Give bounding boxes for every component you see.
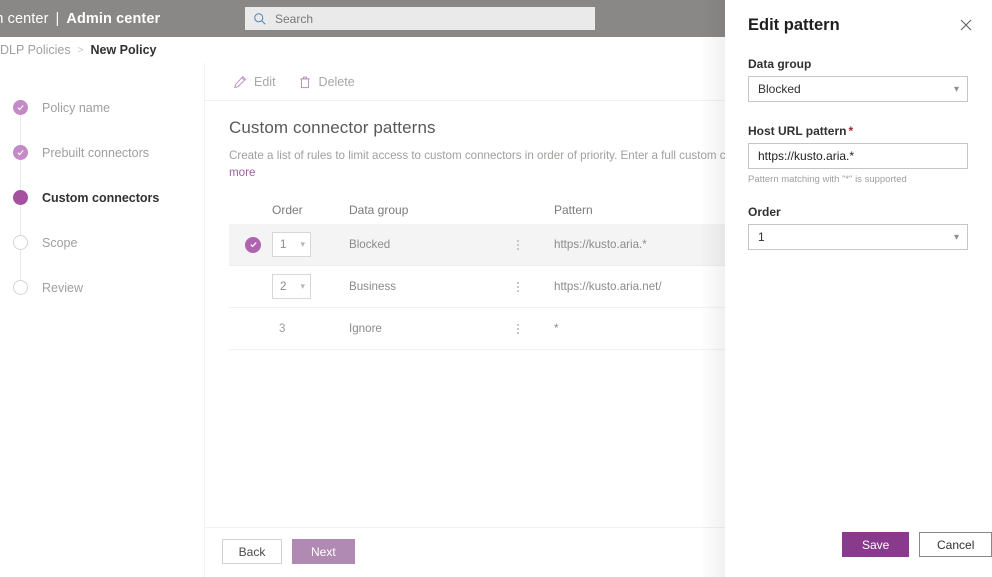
row-order-cell[interactable]: 1 ▾ xyxy=(272,232,349,257)
chevron-down-icon: ▾ xyxy=(953,83,959,95)
search-box[interactable] xyxy=(245,7,595,30)
next-button[interactable]: Next xyxy=(292,539,355,564)
data-group-label: Data group xyxy=(748,57,812,71)
sidebar-item-label: Prebuilt connectors xyxy=(42,145,150,160)
breadcrumb-separator-icon: > xyxy=(77,44,84,56)
column-header-order: Order xyxy=(272,203,303,217)
step-status-pending-icon xyxy=(13,235,28,250)
order-label: Order xyxy=(748,205,781,219)
panel-header: Edit pattern xyxy=(725,0,992,50)
row-data-group-cell: Blocked xyxy=(349,238,391,251)
row-data-group-cell: Business xyxy=(349,280,397,293)
page-description: Create a list of rules to limit access t… xyxy=(229,147,789,181)
wizard-footer: Back Next xyxy=(222,539,355,564)
learn-more-link[interactable]: more xyxy=(229,166,255,179)
order-value: 1 xyxy=(758,230,765,244)
sidebar-item-prebuilt-connectors[interactable]: Prebuilt connectors xyxy=(13,130,159,190)
host-url-field: Host URL pattern* Pattern matching with … xyxy=(748,124,968,185)
row-more-options-button[interactable] xyxy=(512,281,554,292)
breadcrumb-item-dlp-policies[interactable]: DLP Policies xyxy=(0,43,71,57)
data-group-dropdown[interactable]: Blocked ▾ xyxy=(748,76,968,102)
host-url-hint: Pattern matching with "*" is supported xyxy=(748,174,907,185)
required-marker: * xyxy=(848,124,854,138)
kebab-menu-icon xyxy=(512,281,524,292)
row-select-cell[interactable] xyxy=(229,236,272,253)
delete-button-label: Delete xyxy=(318,74,355,89)
sidebar-item-scope[interactable]: Scope xyxy=(13,220,159,280)
breadcrumb-item-new-policy: New Policy xyxy=(90,43,157,57)
host-url-input[interactable] xyxy=(748,143,968,169)
step-connector-line xyxy=(20,205,21,235)
row-order-cell: 3 xyxy=(272,322,349,335)
trash-icon xyxy=(299,76,310,88)
data-group-field: Data group Blocked ▾ xyxy=(748,57,968,102)
back-button[interactable]: Back xyxy=(222,539,282,564)
step-connector-line xyxy=(20,115,21,145)
cancel-button[interactable]: Cancel xyxy=(919,532,992,557)
page-description-text: Create a list of rules to limit access t… xyxy=(229,149,783,162)
search-input[interactable] xyxy=(275,11,575,26)
panel-footer: Save Cancel xyxy=(725,532,992,557)
step-status-pending-icon xyxy=(13,280,28,295)
order-dropdown-value: 1 xyxy=(280,238,287,251)
brand-separator: | xyxy=(55,10,60,27)
close-icon[interactable] xyxy=(958,17,974,33)
step-connector-line xyxy=(20,250,21,280)
host-url-label: Host URL pattern * xyxy=(748,124,968,138)
row-data-group-cell: Ignore xyxy=(349,322,382,335)
row-selected-check-icon[interactable] xyxy=(245,236,261,253)
sidebar-item-custom-connectors[interactable]: Custom connectors xyxy=(13,175,160,235)
wizard-sidebar: Policy name Prebuilt connectors Custom c… xyxy=(0,63,204,577)
column-header-data-group: Data group xyxy=(349,203,409,217)
step-status-complete-icon xyxy=(13,100,28,115)
panel-title: Edit pattern xyxy=(748,15,840,34)
order-dropdown[interactable]: 1 ▾ xyxy=(748,224,968,250)
search-icon xyxy=(254,12,266,25)
order-dropdown[interactable]: 2 ▾ xyxy=(272,274,311,299)
chevron-down-icon: ▾ xyxy=(953,231,959,243)
chevron-down-icon: ▾ xyxy=(300,239,305,249)
kebab-menu-icon xyxy=(512,323,524,334)
brand-partial-text: in center xyxy=(0,10,49,27)
step-connector-line xyxy=(20,160,21,190)
order-dropdown-value: 2 xyxy=(280,280,287,293)
row-order-cell[interactable]: 2 ▾ xyxy=(272,274,349,299)
delete-button[interactable]: Delete xyxy=(298,75,355,89)
brand-title: in center | Admin center xyxy=(0,11,160,27)
chevron-down-icon: ▾ xyxy=(300,281,305,291)
step-status-complete-icon xyxy=(13,145,28,160)
sidebar-item-policy-name[interactable]: Policy name xyxy=(13,85,159,145)
sidebar-item-label: Review xyxy=(42,280,83,295)
kebab-menu-icon xyxy=(512,239,524,250)
order-dropdown[interactable]: 1 ▾ xyxy=(272,232,311,257)
order-field: Order 1 ▾ xyxy=(748,205,968,250)
sidebar-item-label: Custom connectors xyxy=(42,190,160,205)
edit-button-label: Edit xyxy=(254,74,276,89)
sidebar-item-label: Policy name xyxy=(42,100,111,115)
row-order-text: 3 xyxy=(279,323,286,335)
brand-main-text: Admin center xyxy=(66,10,161,27)
pencil-icon xyxy=(234,75,247,88)
admin-center-window: in center | Admin center DLP Policies > Ne… xyxy=(0,0,992,577)
row-more-options-button[interactable] xyxy=(512,323,554,334)
edit-pattern-panel: Edit pattern Data group Blocked ▾ Host U… xyxy=(725,0,992,577)
edit-button[interactable]: Edit xyxy=(233,75,276,89)
sidebar-item-label: Scope xyxy=(42,235,78,250)
host-url-label-text: Host URL pattern xyxy=(748,124,847,138)
row-more-options-button[interactable] xyxy=(512,239,554,250)
data-group-value: Blocked xyxy=(758,82,801,96)
save-button[interactable]: Save xyxy=(842,532,910,557)
sidebar-item-review[interactable]: Review xyxy=(13,265,159,310)
wizard-step-list: Policy name Prebuilt connectors Custom c… xyxy=(13,85,159,310)
step-status-current-icon xyxy=(13,190,28,205)
